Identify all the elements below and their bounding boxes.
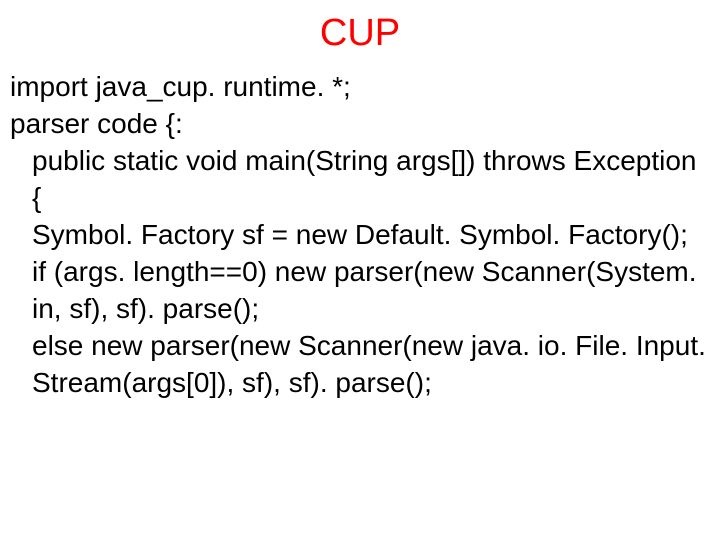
code-line-3: public static void main(String args[]) t… [10, 143, 710, 217]
code-block: import java_cup. runtime. *; parser code… [10, 69, 710, 402]
slide-title: CUP [10, 12, 710, 55]
code-line-5: if (args. length==0) new parser(new Scan… [10, 254, 710, 328]
code-line-6: else new parser(new Scanner(new java. io… [10, 328, 710, 402]
code-line-2: parser code {: [10, 106, 710, 143]
code-line-4: Symbol. Factory sf = new Default. Symbol… [10, 217, 710, 254]
code-line-1: import java_cup. runtime. *; [10, 69, 710, 106]
